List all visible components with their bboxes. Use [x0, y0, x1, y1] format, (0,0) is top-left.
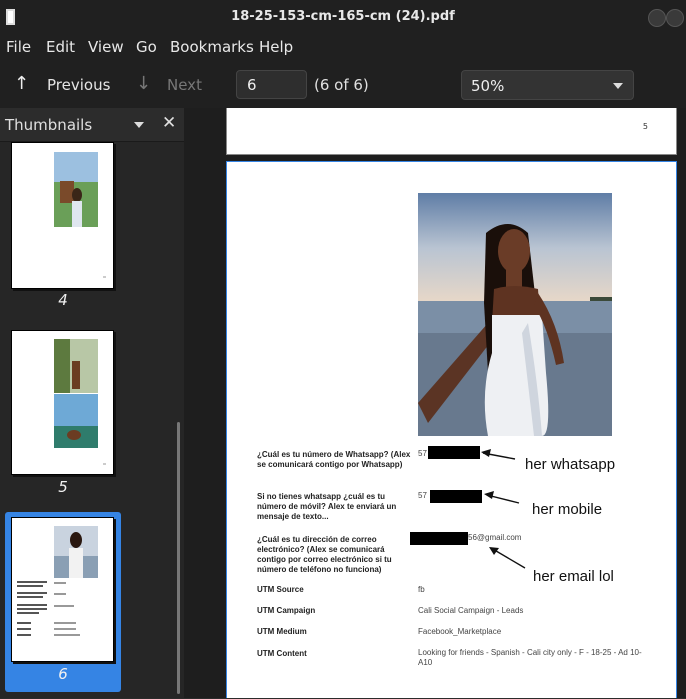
close-icon[interactable]: ✕	[162, 113, 176, 133]
title-bar: 18-25-153-cm-165-cm (24).pdf	[0, 0, 686, 34]
sidebar-scrollbar[interactable]	[177, 422, 180, 694]
sidebar-title: Thumbnails	[5, 116, 93, 134]
thumbnail-label-4: 4	[58, 291, 68, 309]
annotation-whatsapp: her whatsapp	[525, 456, 616, 473]
thumbnail-page-6[interactable]	[11, 517, 114, 662]
close-window-button[interactable]	[666, 9, 684, 27]
page-5-number: 5	[642, 122, 648, 131]
page-count: (6 of 6)	[314, 76, 369, 94]
menu-file[interactable]: File	[6, 38, 31, 56]
next-label: Next	[167, 76, 202, 94]
thumbnail-page-5[interactable]	[11, 330, 114, 475]
window-title: 18-25-153-cm-165-cm (24).pdf	[231, 9, 455, 24]
thumbnail-page-4-content	[54, 152, 106, 278]
previous-label: Previous	[47, 76, 111, 94]
menu-edit[interactable]: Edit	[46, 38, 75, 56]
toolbar: ↑ Previous ↓ Next (6 of 6) 50%	[0, 62, 686, 108]
chevron-down-icon	[613, 83, 623, 89]
menu-view[interactable]: View	[88, 38, 124, 56]
thumbnail-page-6-content	[17, 526, 98, 636]
sidebar: Thumbnails ✕ 4 5 6	[0, 108, 184, 698]
annotation-mobile: her mobile	[532, 501, 603, 518]
sidebar-header: Thumbnails ✕	[0, 108, 184, 142]
page-number-input[interactable]	[236, 70, 307, 99]
annotation-arrows	[481, 449, 526, 569]
menu-bookmarks[interactable]: Bookmarks	[170, 38, 254, 56]
sidebar-menu-chevron-icon[interactable]	[134, 122, 144, 128]
zoom-select[interactable]: 50%	[461, 70, 634, 100]
menu-help[interactable]: Help	[259, 38, 293, 56]
minimize-button[interactable]	[648, 9, 666, 27]
page-5: 5	[226, 108, 677, 155]
zoom-value: 50%	[471, 77, 505, 95]
arrow-down-icon: ↓	[136, 73, 152, 94]
thumbnail-label-5: 5	[58, 478, 68, 496]
thumbnail-page-4[interactable]	[11, 142, 114, 289]
menu-go[interactable]: Go	[136, 38, 157, 56]
document-viewer[interactable]: 5 ¿Cuál es tu número de Whatsapp? (Alex …	[184, 108, 686, 698]
thumbnail-label-6: 6	[58, 665, 68, 683]
arrow-up-icon: ↑	[14, 73, 30, 94]
thumbnail-page-5-content	[54, 339, 106, 465]
annotation-email: her email lol	[533, 568, 614, 585]
page-6: ¿Cuál es tu número de Whatsapp? (Alex se…	[226, 161, 677, 698]
menu-bar: File Edit View Go Bookmarks Help	[0, 34, 686, 62]
